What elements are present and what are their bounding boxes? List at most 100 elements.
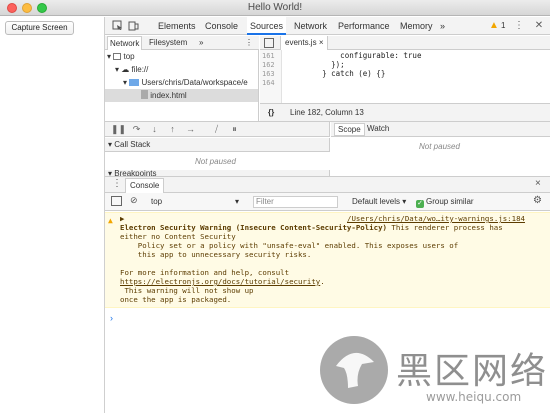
pretty-print-button[interactable]: {} xyxy=(268,104,274,121)
warning-source-link[interactable]: /Users/chris/Data/wo…ity-warnings.js:184 xyxy=(347,214,525,223)
tree-item-file-origin[interactable]: ▾ ☁ file:// xyxy=(115,63,148,76)
tab-console[interactable]: Console xyxy=(202,17,241,35)
watermark-url: www.heiqu.com xyxy=(426,390,522,404)
deactivate-breakpoints-icon[interactable]: ⧸ xyxy=(211,124,222,135)
console-prompt[interactable]: › xyxy=(110,313,113,323)
line-gutter: 161 162 163 164 xyxy=(260,50,282,103)
pause-icon[interactable]: ❚❚ xyxy=(111,124,126,135)
code-line: } catch (e) {} xyxy=(286,69,386,78)
step-icon[interactable]: → xyxy=(185,124,196,135)
scope-watch-tabs: Scope Watch xyxy=(331,122,550,137)
console-filter-input[interactable]: Filter xyxy=(253,196,338,208)
folder-icon xyxy=(129,79,140,86)
warning-title-rest: This renderer process has xyxy=(386,223,503,232)
code-area[interactable]: 161 162 163 164 configurable: true }); }… xyxy=(260,50,550,103)
tree-item-index-html[interactable]: index.html xyxy=(105,89,258,102)
cursor-position: Line 182, Column 13 xyxy=(290,108,364,117)
tree-item-top[interactable]: ▾ top xyxy=(107,50,135,63)
inspect-element-icon[interactable] xyxy=(111,20,123,32)
tab-network[interactable]: Network xyxy=(291,17,330,35)
tab-sources[interactable]: Sources xyxy=(247,17,287,35)
group-similar-toggle[interactable]: ✓ Group similar xyxy=(416,196,474,208)
step-into-icon[interactable]: ↓ xyxy=(149,124,160,135)
log-levels-dropdown[interactable]: Default levels ▾ xyxy=(352,196,406,208)
call-stack-header[interactable]: ▾ Call Stack xyxy=(105,138,330,152)
source-editor: events.js × 161 162 163 164 configurable… xyxy=(260,36,550,121)
editor-status-bar: {} Line 182, Column 13 xyxy=(260,103,550,121)
line-number: 163 xyxy=(262,70,275,78)
collapse-arrow-icon: ▾ xyxy=(108,140,113,149)
warning-line-2: either no Content Security xyxy=(120,232,236,241)
console-settings-icon[interactable]: ⚙ xyxy=(533,195,542,206)
expand-arrow-icon: ▾ xyxy=(123,78,128,87)
pause-on-exceptions-icon[interactable]: ⏸ xyxy=(229,124,240,135)
frame-icon xyxy=(113,53,122,60)
file-tab-events-js[interactable]: events.js × xyxy=(280,36,329,50)
warning-line-1: Electron Security Warning (Insecure Cont… xyxy=(120,223,503,232)
code-line: configurable: true xyxy=(286,51,422,60)
navigator-menu-icon[interactable]: ⋮ xyxy=(243,36,255,50)
tab-console-drawer[interactable]: Console xyxy=(125,178,165,193)
warning-line-4: this app to unnecessary security risks. xyxy=(120,250,312,259)
console-sidebar-icon[interactable] xyxy=(111,196,122,206)
line-number: 162 xyxy=(262,61,275,69)
warning-line-7: This warning will not show up xyxy=(120,286,254,295)
more-tabs-button[interactable]: » xyxy=(437,17,448,35)
toggle-navigator-icon[interactable] xyxy=(264,38,274,48)
close-file-tab-icon[interactable]: × xyxy=(319,38,324,47)
close-devtools-icon[interactable]: ✕ xyxy=(533,20,545,32)
debugger-toolbar: ❚❚ ↷ ↓ ↑ → ⧸ ⏸ xyxy=(105,122,330,137)
warning-line-5: For more information and help, consult xyxy=(120,268,290,277)
scope-watch-pane: Scope Watch Not paused xyxy=(331,122,550,177)
warning-count[interactable]: 1 xyxy=(498,17,508,35)
console-warning-message: ▲ ▶ /Users/chris/Data/wo…ity-warnings.js… xyxy=(105,212,550,308)
navigator-tabs: Network Filesystem » ⋮ xyxy=(105,36,259,50)
warning-line-3: Policy set or a policy with "unsafe-eval… xyxy=(120,241,459,250)
capture-screen-button[interactable]: Capture Screen xyxy=(5,21,74,35)
clear-console-icon[interactable]: ⊘ xyxy=(130,195,138,206)
tree-item-label: file:// xyxy=(131,65,149,74)
security-docs-link[interactable]: https://electronjs.org/docs/tutorial/sec… xyxy=(120,277,320,286)
warning-line-8: once the app is packaged. xyxy=(120,295,232,304)
group-similar-label: Group similar xyxy=(426,197,474,206)
tree-item-folder[interactable]: ▾ Users/chris/Data/workspace/e xyxy=(123,76,259,89)
scope-status: Not paused xyxy=(419,142,460,151)
cloud-icon: ☁ xyxy=(121,65,130,74)
code-line: }); xyxy=(286,60,345,69)
tab-watch[interactable]: Watch xyxy=(367,124,389,133)
step-over-icon[interactable]: ↷ xyxy=(131,124,142,135)
watermark: 黑区网络 www.heiqu.com xyxy=(318,328,550,413)
tab-filesystem[interactable]: Filesystem xyxy=(147,36,189,50)
warning-line-6: https://electronjs.org/docs/tutorial/sec… xyxy=(120,277,325,286)
warning-triangle-icon: ▲ xyxy=(108,216,113,225)
navigator-more-button[interactable]: » xyxy=(197,36,205,50)
tab-memory[interactable]: Memory xyxy=(397,17,436,35)
close-drawer-icon[interactable]: × xyxy=(535,178,541,189)
tab-scope[interactable]: Scope xyxy=(334,123,365,136)
device-toolbar-icon[interactable] xyxy=(127,20,139,32)
file-navigator: Network Filesystem » ⋮ ▾ top ▾ ☁ file://… xyxy=(105,36,259,121)
tab-elements[interactable]: Elements xyxy=(155,17,199,35)
console-toolbar: ⊘ top ▾ Filter Default levels ▾ ✓ Group s… xyxy=(105,193,550,211)
context-selector[interactable]: top ▾ xyxy=(151,196,243,208)
expand-message-icon[interactable]: ▶ xyxy=(120,214,124,223)
tab-network-files[interactable]: Network xyxy=(107,36,143,50)
call-stack-label: Call Stack xyxy=(114,140,151,149)
expand-arrow-icon: ▾ xyxy=(107,52,112,61)
tree-item-label: index.html xyxy=(150,91,187,100)
context-value: top xyxy=(151,197,163,206)
link-suffix: . xyxy=(320,277,325,286)
tab-performance[interactable]: Performance xyxy=(335,17,393,35)
window-title: Hello World! xyxy=(247,2,303,13)
drawer-tabs: ⋮ Console × xyxy=(105,177,550,193)
devtools-menu-icon[interactable]: ⋮ xyxy=(513,20,525,32)
app-content: Capture Screen xyxy=(0,17,104,413)
debugger-sidebar: ❚❚ ↷ ↓ ↑ → ⧸ ⏸ ▾ Call Stack Not paused ▾… xyxy=(105,121,550,178)
step-out-icon[interactable]: ↑ xyxy=(167,124,178,135)
checkbox-checked-icon: ✓ xyxy=(416,200,424,208)
line-number: 164 xyxy=(262,79,275,87)
drawer-menu-icon[interactable]: ⋮ xyxy=(112,178,122,189)
editor-tabs: events.js × xyxy=(260,36,550,50)
file-icon xyxy=(141,90,148,99)
tree-item-label: top xyxy=(123,52,135,61)
